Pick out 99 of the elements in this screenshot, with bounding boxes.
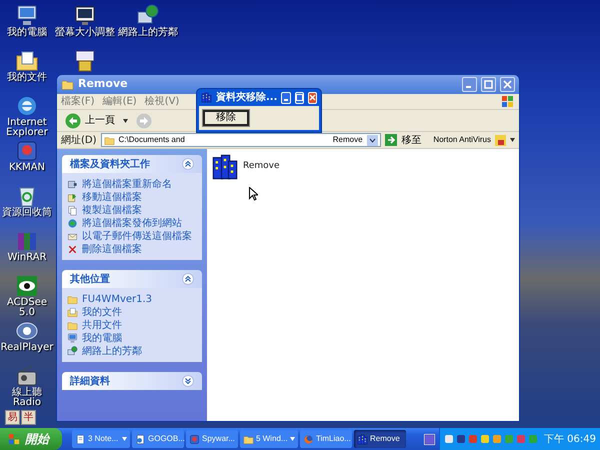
collapse-chevron-icon[interactable] [182,273,194,285]
file-name[interactable]: Remove [243,160,280,174]
folder-icon [67,320,78,330]
taskbar-button[interactable]: Spywar... [186,430,238,448]
start-button[interactable]: 開始 [0,428,62,450]
task-link[interactable]: FU4WMver1.3 [82,294,152,304]
remove-button[interactable]: 移除 [203,110,249,126]
maximize-button[interactable] [294,92,304,104]
windows-flag-icon [501,94,515,108]
caret-icon [122,437,127,441]
radio-icon[interactable] [15,364,39,388]
folder-icon [67,294,78,304]
menu-item[interactable]: 編輯(E) [102,94,137,109]
task-link[interactable]: 共用文件 [82,320,122,330]
panel-header[interactable]: 檔案及資料夾工作 [62,155,202,173]
task-link[interactable]: 將這個檔案重新命名 [82,178,172,190]
globe-computer-icon [67,346,78,356]
ime-button[interactable]: 半 [21,410,36,425]
document-folder-icon [67,306,78,318]
desktop-icon-label[interactable]: 資源回收筒 [2,208,52,218]
page-icon [135,434,146,444]
address-text: Remove [332,134,364,146]
folder-icon [61,78,74,91]
folder-icon [104,134,115,146]
monitor-icon[interactable] [73,4,97,28]
taskbar-button[interactable]: 5 Wind... [240,430,298,448]
panel-header[interactable]: 詳細資料 [62,372,202,390]
windows-flag-icon [8,432,21,446]
task-link[interactable]: 以電子郵件傳送這個檔案 [82,230,192,242]
buildings-icon [201,92,212,103]
dialog-title: 資料夾移除... [216,90,278,105]
app-icon[interactable] [424,434,435,444]
desktop-icon-label[interactable]: 螢幕大小調整 [55,28,115,38]
desktop-icon-label[interactable]: 網路上的芳鄰 [118,28,178,38]
window-title: Remove [78,76,129,92]
menu-item[interactable]: 檔案(F) [61,94,95,109]
document-folder-icon[interactable] [15,49,39,73]
package-icon[interactable] [73,49,97,73]
go-button[interactable]: 移至 [385,132,422,148]
caret-icon [290,437,295,441]
fox-globe-icon [303,434,314,444]
notepad-icon [75,434,86,444]
close-icon [503,80,512,89]
delete-x-icon [67,244,78,254]
clock: 下午 06:49 [544,432,596,446]
close-button[interactable] [308,92,318,104]
expand-chevron-icon[interactable] [182,375,194,387]
folder-icon [243,434,254,444]
collapse-chevron-icon[interactable] [182,158,194,170]
close-button[interactable] [500,77,515,92]
desktop-icon-label[interactable]: 我的文件 [7,73,47,83]
task-link[interactable]: 我的文件 [82,306,122,318]
task-link[interactable]: 刪除這個檔案 [82,244,142,254]
close-icon [308,94,316,101]
task-link[interactable]: 複製這個檔案 [82,204,142,216]
address-label: 網址(D) [61,134,97,148]
maximize-icon [296,94,303,101]
address-field[interactable]: C:\Documents and Remove [100,133,382,147]
toolbar-label: Norton AntiVirus [433,134,491,146]
caret-icon[interactable] [510,138,515,142]
address-text: C:\Documents and [118,134,185,146]
buildings-icon [357,434,368,444]
back-button[interactable]: 上一頁 [61,112,119,128]
maximize-button[interactable] [481,77,496,92]
task-link[interactable]: 我的電腦 [82,332,122,344]
caret-icon[interactable] [123,118,128,122]
minimize-button[interactable] [281,92,291,104]
desktop-icon-label[interactable]: WinRAR [7,253,47,263]
maximize-icon [484,80,493,89]
task-link[interactable]: 將這個檔案發佈到網站 [82,218,182,228]
desktop-icon-label[interactable]: RealPlayer [0,343,54,353]
desktop-icon-label[interactable]: ACDSee 5.0 [0,298,54,318]
computer-icon[interactable] [15,4,39,28]
minimize-button[interactable] [462,77,477,92]
task-link[interactable]: 網路上的芳鄰 [82,346,142,356]
move-file-icon [67,192,78,202]
globe-icon [67,218,78,228]
desktop-icon-label[interactable]: Internet Explorer [0,118,54,138]
right-arrow-icon [385,134,398,146]
taskbar-button[interactable]: 3 Note... [72,430,130,448]
desktop-icon-label[interactable]: 我的電腦 [7,28,47,38]
taskbar-button[interactable]: Remove [354,430,406,448]
task-link[interactable]: 移動這個檔案 [82,192,142,202]
buildings-icon[interactable] [211,153,239,181]
panel-header[interactable]: 其他位置 [62,270,202,288]
desktop-icon-label[interactable]: KKMAN [8,163,46,173]
computer-icon [67,332,78,344]
taskbar-button[interactable]: GOGOB... [132,430,184,448]
desktop-icon-label[interactable]: 線上聽Radio [0,388,54,408]
mouse-pointer-icon [249,187,258,201]
app-icon [189,434,200,444]
menu-item[interactable]: 檢視(V) [144,94,180,109]
taskbar-button[interactable]: TimLiao... [300,430,352,448]
browser-icon[interactable] [15,94,39,118]
copy-icon [67,204,78,216]
ime-button[interactable]: 易 [5,410,20,425]
app-icon[interactable] [15,139,39,163]
rename-icon [67,178,78,190]
eye-icon[interactable] [15,274,39,298]
